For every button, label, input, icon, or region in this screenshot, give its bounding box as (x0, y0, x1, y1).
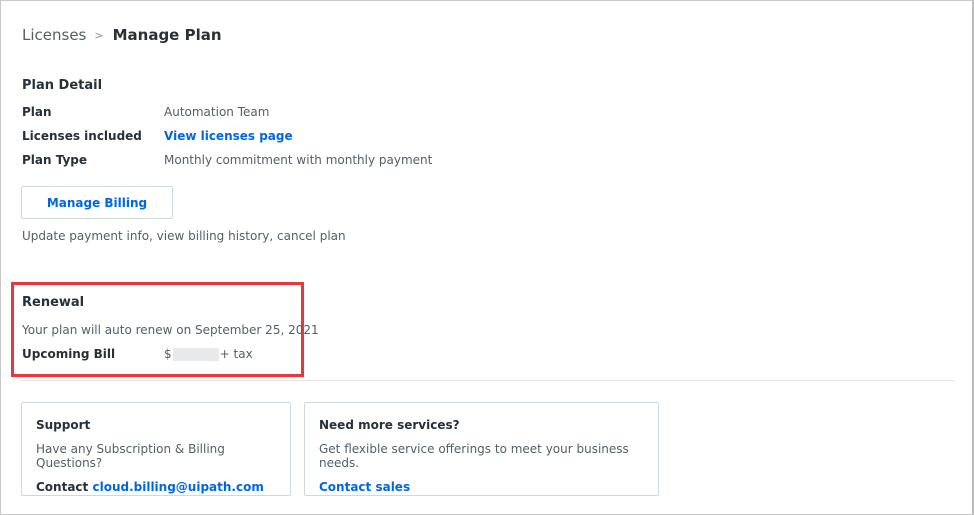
plan-type-row: Plan Type Monthly commitment with monthl… (22, 153, 432, 167)
upcoming-bill-row: Upcoming Bill $ + tax (22, 347, 253, 361)
plan-label: Plan (22, 105, 52, 119)
billing-email-link[interactable]: cloud.billing@uipath.com (92, 480, 263, 494)
support-card-text: Have any Subscription & Billing Question… (36, 442, 225, 470)
services-card-title: Need more services? (319, 418, 460, 432)
breadcrumb-licenses[interactable]: Licenses (22, 26, 86, 44)
bill-currency: $ (164, 347, 172, 361)
manage-billing-button[interactable]: Manage Billing (21, 186, 173, 219)
contact-label: Contact (36, 480, 89, 494)
renewal-title: Renewal (22, 295, 85, 310)
services-card: Need more services? Get flexible service… (304, 402, 659, 496)
services-card-text: Get flexible service offerings to meet y… (319, 442, 629, 470)
support-card-title: Support (36, 418, 91, 432)
breadcrumb-current: Manage Plan (112, 26, 222, 44)
bill-suffix: + tax (219, 347, 253, 361)
support-contact: Contact cloud.billing@uipath.com (36, 480, 276, 494)
upcoming-bill-value: $ + tax (164, 347, 253, 361)
view-licenses-link[interactable]: View licenses page (164, 129, 293, 143)
redacted-amount (172, 348, 219, 361)
plan-row: Plan Automation Team (22, 105, 269, 119)
plan-type-value: Monthly commitment with monthly payment (164, 153, 433, 167)
licenses-row: Licenses included View licenses page (22, 129, 293, 143)
plan-value: Automation Team (164, 105, 270, 119)
section-divider (21, 380, 954, 381)
billing-help-text: Update payment info, view billing histor… (22, 229, 346, 243)
support-card: Support Have any Subscription & Billing … (21, 402, 291, 496)
plan-type-label: Plan Type (22, 153, 88, 167)
chevron-right-icon: > (94, 28, 104, 42)
contact-sales-link[interactable]: Contact sales (319, 480, 644, 494)
upcoming-bill-label: Upcoming Bill (22, 347, 116, 361)
breadcrumb: Licenses > Manage Plan (22, 26, 222, 44)
renewal-text: Your plan will auto renew on September 2… (22, 323, 319, 337)
plan-detail-title: Plan Detail (22, 78, 103, 93)
licenses-label: Licenses included (22, 129, 142, 143)
